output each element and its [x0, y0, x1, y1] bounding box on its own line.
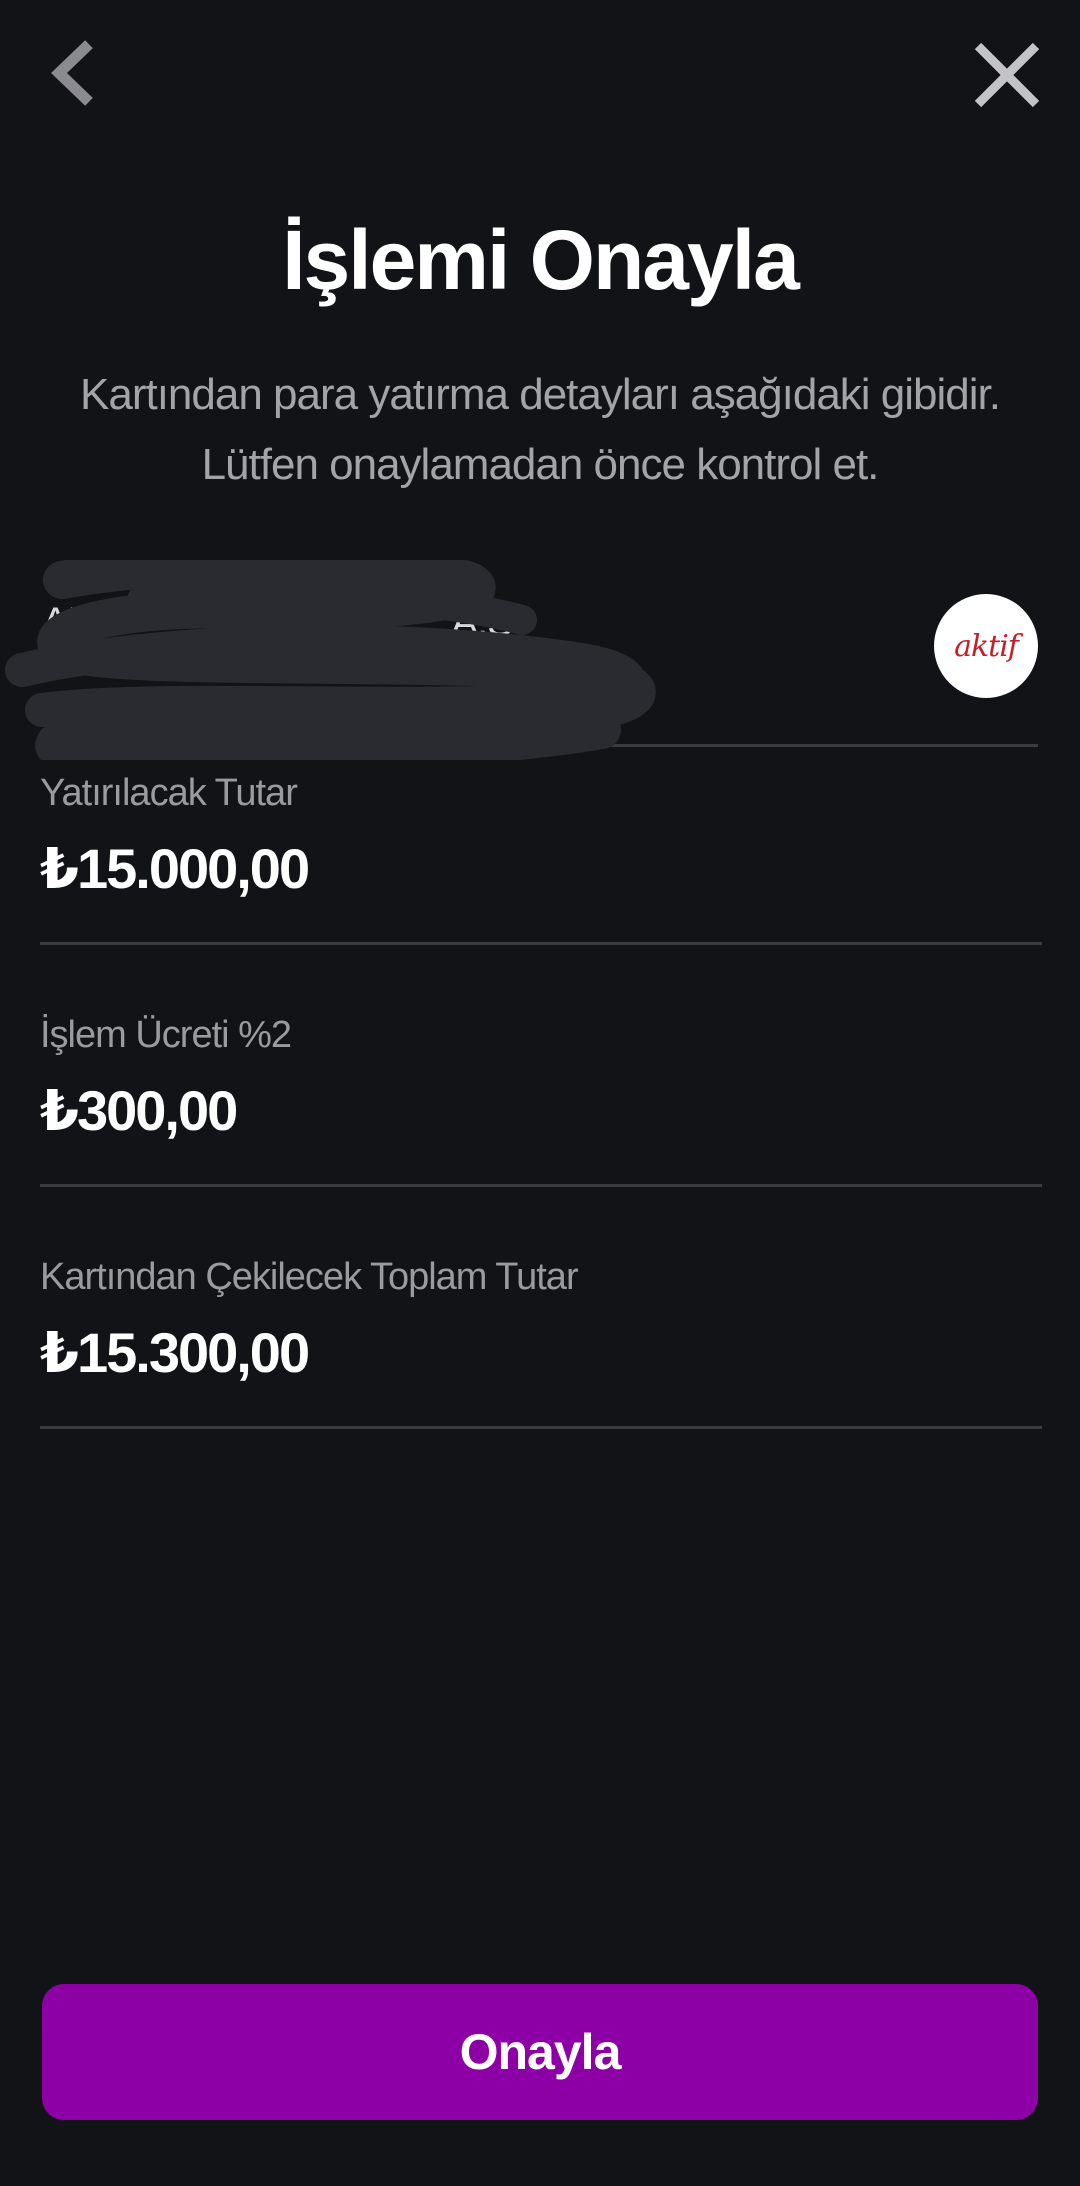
subtitle-line-2: Lütfen onaylamadan önce kontrol et.: [201, 440, 880, 489]
confirm-button[interactable]: Onayla: [42, 1984, 1038, 2120]
total-amount-label: Kartından Çekilecek Toplam Tutar: [40, 1256, 579, 1298]
bank-logo: aktif: [934, 594, 1038, 698]
chevron-left-icon: [51, 40, 93, 106]
close-icon: [974, 42, 1040, 108]
page-title: İşlemi Onayla: [282, 213, 800, 307]
account-card: AK A.S aktif: [5, 560, 1038, 760]
fee-row: İşlem Ücreti %2 ₺300,00: [40, 986, 1042, 1187]
deposit-amount-value: ₺15.000,00: [40, 837, 310, 900]
deposit-amount-label: Yatırılacak Tutar: [40, 772, 298, 814]
total-amount-value: ₺15.300,00: [40, 1321, 310, 1384]
close-button[interactable]: [962, 30, 1052, 120]
fee-label: İşlem Ücreti %2: [40, 1014, 292, 1056]
total-amount-row: Kartından Çekilecek Toplam Tutar ₺15.300…: [40, 1228, 1042, 1429]
page-subtitle: Kartından para yatırma detayları aşağıda…: [80, 360, 1001, 500]
subtitle-line-1: Kartından para yatırma detayları aşağıda…: [80, 370, 1001, 419]
fee-value: ₺300,00: [40, 1079, 238, 1142]
back-button[interactable]: [28, 28, 118, 118]
deposit-amount-row: Yatırılacak Tutar ₺15.000,00: [40, 744, 1042, 945]
redaction-scribble: [5, 560, 656, 760]
